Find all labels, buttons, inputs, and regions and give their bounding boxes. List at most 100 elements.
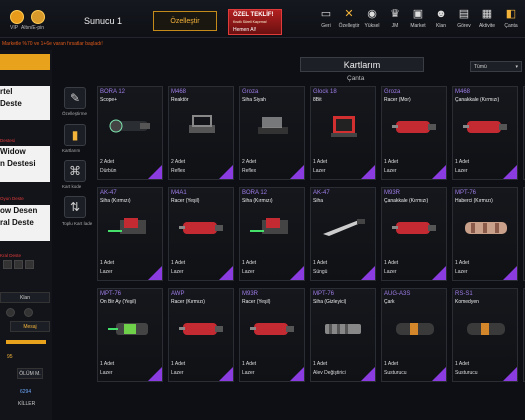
server-name[interactable]: Sunucu 1: [84, 16, 122, 26]
filter-select[interactable]: Tümü ▾: [470, 61, 522, 72]
inventory-card[interactable]: BORA 12 Siha (Kırmızı) 1 Adet Lazer: [239, 187, 305, 281]
side-card-1[interactable]: rtel Deste: [0, 86, 50, 120]
side-card-2[interactable]: Widow n Destesi: [0, 146, 50, 182]
card-quantity: 1 Adet: [455, 260, 470, 266]
customize-button[interactable]: Özelleştir: [153, 11, 217, 31]
nav-clan[interactable]: ☻ Klan: [430, 8, 452, 29]
slot-box-1[interactable]: [3, 260, 12, 269]
laser-green-image: [106, 214, 156, 240]
card-code-button[interactable]: ⌘: [64, 160, 86, 182]
card-quantity: 1 Adet: [384, 159, 399, 165]
rarity-corner: [148, 266, 162, 280]
activity-icon: ▦: [481, 8, 493, 20]
vip-icon[interactable]: [10, 10, 24, 24]
card-type: Lazer: [171, 370, 184, 376]
epin-label: Altın/E-pin: [21, 25, 45, 31]
card-weapon: M4A1: [171, 190, 187, 196]
inventory-card[interactable]: M93R Racer (Yeşil) 1 Adet Lazer: [239, 288, 305, 382]
card-type: Lazer: [384, 269, 397, 275]
card-skin: Komedyen: [455, 299, 479, 305]
nav-back[interactable]: ▭ Geri: [315, 8, 337, 29]
rarity-corner: [503, 165, 517, 179]
inventory-card[interactable]: M4A1 Racer (Yeşil) 1 Adet Lazer: [168, 187, 234, 281]
nav-clan-label: Klan: [435, 23, 446, 29]
nav-rank[interactable]: ◉ Yüksel: [361, 8, 383, 29]
promo-ticker[interactable]: Marketle %70 ve 1+6e varan fırsatlar baş…: [2, 41, 103, 47]
inventory-card[interactable]: BORA 12 Scope+ 2 Adet Dürbün: [97, 86, 163, 180]
tab-clan[interactable]: Klan: [0, 292, 50, 303]
nav-market-label: Market: [410, 23, 426, 29]
bulk-return-button[interactable]: ⇅: [64, 196, 86, 218]
nav-rank-label: Yüksel: [364, 23, 380, 29]
settings-icon[interactable]: [24, 308, 33, 317]
card-quantity: 1 Adet: [100, 361, 115, 367]
side-tag-4: Kral Deste: [0, 253, 22, 258]
card-quantity: 1 Adet: [242, 260, 257, 266]
card-code-label: Kart kode: [62, 184, 82, 189]
nav-activity[interactable]: ▦ Aktivite: [476, 8, 498, 29]
inventory-card[interactable]: AUG-A3S Çark 1 Adet Susturucu: [381, 288, 447, 382]
inventory-card[interactable]: M468 Çanakkale (Kırmızı) 1 Adet Lazer: [452, 86, 518, 180]
rarity-corner: [432, 266, 446, 280]
inventory-card[interactable]: MPT-76 On Bir Ay (Yeşil) 1 Adet Lazer: [97, 288, 163, 382]
rarity-corner: [148, 367, 162, 381]
laser-red-image: [461, 113, 511, 139]
rarity-corner: [503, 367, 517, 381]
card-type: Dürbün: [100, 168, 117, 174]
nav-bag[interactable]: ◧ Çanta: [500, 8, 522, 29]
inventory-card[interactable]: M93R Çanakkale (Kırmızı) 1 Adet Lazer: [381, 187, 447, 281]
cards-icon: ▮: [71, 128, 79, 142]
inventory-card[interactable]: AK-47 Siha 1 Adet Süngü: [310, 187, 376, 281]
card-skin: Racer (Yeşil): [171, 198, 200, 204]
side-panel: rtel Deste Destesi Widow n Destesi Oyun …: [0, 50, 52, 420]
card-quantity: 1 Adet: [384, 260, 399, 266]
inventory-card[interactable]: RS-S1 Komedyen 1 Adet Susturucu: [452, 288, 518, 382]
bulk-return-label: Toplu Kart İade: [62, 221, 93, 226]
card-weapon: Groza: [384, 89, 401, 95]
inventory-card[interactable]: Groza Siha Siyah 2 Adet Reflex: [239, 86, 305, 180]
tab-message[interactable]: Mesaj: [10, 321, 50, 332]
inventory-card[interactable]: Glock 18 8Bit 1 Adet Lazer: [310, 86, 376, 180]
nav-mission[interactable]: ▤ Görev: [453, 8, 475, 29]
inventory-card[interactable]: MPT-76 Siha (Gizleyici) 1 Adet Alev Değişti…: [310, 288, 376, 382]
card-weapon: BORA 12: [242, 190, 268, 196]
card-skin: Siha: [313, 198, 324, 204]
card-quantity: 1 Adet: [455, 361, 470, 367]
nav-market[interactable]: ▣ Market: [407, 8, 429, 29]
customize-tool-button[interactable]: ✎: [64, 87, 86, 109]
epin-icon[interactable]: [31, 10, 45, 24]
vip-label: VIP: [10, 25, 19, 31]
card-weapon: BORA 12: [100, 89, 126, 95]
inventory-card[interactable]: AWP Racer (Kırmızı) 1 Adet Lazer: [168, 288, 234, 382]
card-weapon: AK-47: [100, 190, 117, 196]
page-subtitle: Çanta: [347, 75, 365, 82]
card-type: Susturucu: [384, 370, 407, 376]
card-code-icon: ⌘: [69, 164, 81, 178]
side-card-2-line2: n Destesi: [0, 159, 36, 168]
nav-jm[interactable]: ♛ JM: [384, 8, 406, 29]
laser-pattern-image: [461, 214, 511, 240]
nav-customize[interactable]: ✕ Özelleştir: [338, 8, 360, 29]
card-skin: Siha (Gizleyici): [313, 299, 347, 305]
offer-cta: Hemen Al!: [233, 27, 257, 33]
inventory-card[interactable]: Groza Racer (Mor) 1 Adet Lazer: [381, 86, 447, 180]
help-icon[interactable]: [6, 308, 15, 317]
card-weapon: MPT-76: [100, 291, 122, 297]
card-type: Alev Değiştirici: [313, 370, 346, 376]
special-offer-banner[interactable]: ÖZEL TEKLİF! Kısıtlı Süreli Kaçırma! Hem…: [228, 9, 282, 35]
side-card-3[interactable]: ow Desen ral Deste: [0, 205, 50, 241]
card-type: Lazer: [313, 168, 326, 174]
inventory-card[interactable]: AK-47 Siha (Kırmızı) 1 Adet Lazer: [97, 187, 163, 281]
slot-box-3[interactable]: [25, 260, 34, 269]
card-skin: Siha Siyah: [242, 97, 266, 103]
death-mode-button[interactable]: ÖLÜM M.: [17, 368, 43, 379]
inventory-card[interactable]: M468 Reaktör 2 Adet Reflex: [168, 86, 234, 180]
rarity-corner: [219, 367, 233, 381]
slot-box-2[interactable]: [14, 260, 23, 269]
back-icon: ▭: [320, 8, 332, 20]
inventory-card[interactable]: MPT-76 Haberci (Kırmızı) 1 Adet Lazer: [452, 187, 518, 281]
card-skin: Racer (Kırmızı): [171, 299, 205, 305]
card-type: Lazer: [171, 269, 184, 275]
cards-button[interactable]: ▮: [64, 124, 86, 146]
card-type: Lazer: [384, 168, 397, 174]
